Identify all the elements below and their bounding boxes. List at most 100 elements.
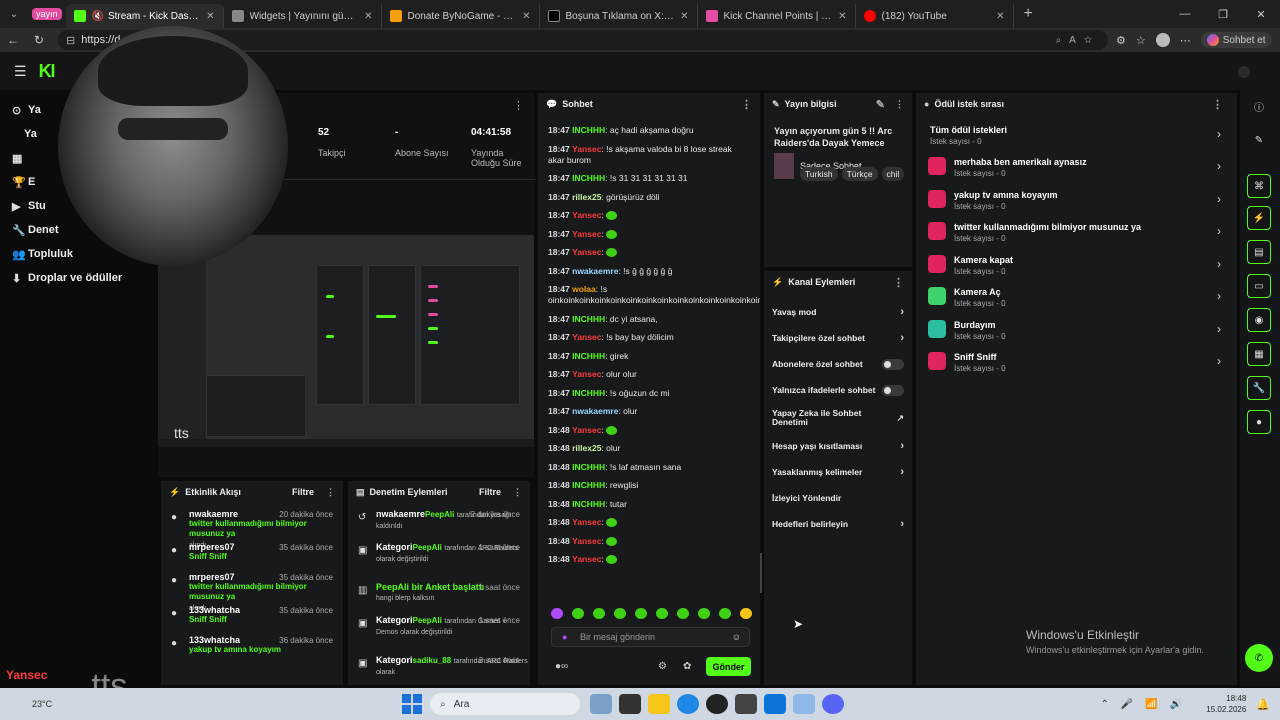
obs-icon[interactable] bbox=[706, 694, 729, 714]
message-username[interactable]: INCHHH bbox=[572, 388, 605, 398]
message-username[interactable]: Yansec bbox=[572, 517, 601, 527]
action-account-age[interactable]: Hesap yaşı kısıtlaması › bbox=[764, 433, 912, 459]
rail-widget-icon[interactable]: ⌘ bbox=[1247, 174, 1271, 198]
message-username[interactable]: INCHHH bbox=[572, 125, 605, 135]
message-username[interactable]: INCHHH bbox=[572, 499, 605, 509]
tab-x-post[interactable]: Boşuna Tıklama on X: "İzmir'de bir... ✕ bbox=[540, 4, 698, 28]
kebab-menu-icon[interactable]: ⋮ bbox=[893, 276, 904, 289]
pencil-icon[interactable]: ✎ bbox=[1247, 128, 1271, 152]
notification-icon[interactable]: 🔔 bbox=[1256, 698, 1270, 711]
subscribers-only-toggle[interactable] bbox=[882, 358, 904, 370]
rail-broadcast-icon[interactable]: ◉ bbox=[1247, 308, 1271, 332]
action-ai-moderation[interactable]: Yapay Zeka ile Sohbet Denetimi ↗ bbox=[764, 403, 912, 433]
reward-row[interactable]: Kamera Aç İstek sayısı - 0 › bbox=[916, 285, 1237, 318]
points-icon[interactable]: ●∞ bbox=[555, 661, 568, 672]
close-window-icon[interactable]: ✕ bbox=[1242, 8, 1280, 21]
restore-icon[interactable]: ❐ bbox=[1204, 8, 1242, 21]
message-username[interactable]: Yansec bbox=[572, 536, 601, 546]
message-username[interactable]: Yansec bbox=[572, 247, 601, 257]
back-icon[interactable]: ← bbox=[0, 33, 26, 47]
folder-icon[interactable] bbox=[648, 694, 671, 714]
chat-settings-icon[interactable]: ⚙ bbox=[658, 661, 667, 672]
tab-actions-menu[interactable]: ⌄ bbox=[0, 0, 28, 28]
tab-kick-dashboard[interactable]: 🔇 Stream - Kick Dashboard ✕ bbox=[65, 4, 224, 28]
message-username[interactable]: rillex25 bbox=[572, 443, 601, 453]
close-tab-icon[interactable]: ✕ bbox=[680, 11, 688, 22]
reward-row[interactable]: Burdayım İstek sayısı - 0 › bbox=[916, 318, 1237, 351]
message-username[interactable]: Yansec bbox=[572, 554, 601, 564]
emote-icon[interactable] bbox=[698, 608, 710, 619]
rail-bolt-icon[interactable]: ⚡ bbox=[1247, 206, 1271, 230]
site-info-icon[interactable]: ⊟ bbox=[66, 34, 75, 47]
kebab-menu-icon[interactable]: ⋮ bbox=[741, 98, 752, 111]
start-icon[interactable] bbox=[402, 694, 423, 714]
mic-icon[interactable]: ● bbox=[562, 632, 567, 642]
emote-icon[interactable] bbox=[740, 608, 752, 619]
action-followers-only[interactable]: Takipçilere özel sohbet › bbox=[764, 325, 912, 351]
kick-logo[interactable]: KI bbox=[39, 61, 56, 82]
action-banned-words[interactable]: Yasaklanmış kelimeler › bbox=[764, 459, 912, 485]
chat-users-icon[interactable]: ✿ bbox=[683, 661, 691, 672]
emote-icon[interactable] bbox=[656, 608, 668, 619]
favorites-icon[interactable]: ☆ bbox=[1136, 34, 1146, 47]
more-menu-icon[interactable]: ⋯ bbox=[1180, 34, 1191, 47]
emote-icon[interactable] bbox=[719, 608, 731, 619]
tag-chip[interactable]: chil bbox=[881, 167, 905, 181]
edit-icon[interactable]: ✎ bbox=[876, 98, 885, 111]
close-tab-icon[interactable]: ✕ bbox=[364, 11, 372, 22]
tab-group-label[interactable]: yayın bbox=[32, 8, 62, 20]
tab-blerp[interactable]: Kick Channel Points | Blerp ✕ bbox=[698, 4, 856, 28]
emote-icon[interactable] bbox=[614, 608, 626, 619]
emote-icon[interactable] bbox=[635, 608, 647, 619]
tag-chip[interactable]: Turkish bbox=[800, 167, 838, 181]
weather-temp[interactable]: 23°C bbox=[32, 699, 52, 709]
action-set-goals[interactable]: Hedefleri belirleyin › bbox=[764, 511, 912, 537]
hamburger-menu-icon[interactable]: ☰ bbox=[14, 63, 27, 80]
all-rewards-row[interactable]: Tüm ödül istekleri İstek sayısı - 0 › bbox=[916, 123, 1237, 155]
message-username[interactable]: wolaa bbox=[572, 284, 596, 294]
clock[interactable]: 18:48 15.02.2026 bbox=[1206, 693, 1246, 715]
close-tab-icon[interactable]: ✕ bbox=[206, 11, 214, 22]
message-username[interactable]: INCHHH bbox=[572, 351, 605, 361]
minimize-icon[interactable]: — bbox=[1166, 8, 1204, 20]
system-tray-icons[interactable]: ⌃🎤📶🔊 bbox=[1101, 699, 1195, 710]
user-avatar[interactable] bbox=[1238, 66, 1250, 78]
tab-donate[interactable]: Donate ByNoGame - Gelen/Giden... ✕ bbox=[382, 4, 540, 28]
omnibox-actions-icon[interactable]: ⌕A☆ bbox=[1056, 35, 1100, 46]
taskbar-app-icon[interactable] bbox=[619, 694, 642, 714]
emote-icon[interactable] bbox=[572, 608, 584, 619]
tab-widgets[interactable]: Widgets | Yayınını güçlendirmek i... ✕ bbox=[224, 4, 382, 28]
edge-icon[interactable] bbox=[677, 694, 700, 714]
profile-avatar[interactable] bbox=[1155, 33, 1170, 47]
reward-row[interactable]: Kamera kapat İstek sayısı - 0 › bbox=[916, 253, 1237, 286]
rail-notes-icon[interactable]: ▤ bbox=[1247, 240, 1271, 264]
kebab-menu-icon[interactable]: ⋮ bbox=[513, 487, 522, 498]
action-raid[interactable]: İzleyici Yönlendir bbox=[764, 485, 912, 511]
stream-video[interactable]: tts bbox=[158, 235, 534, 447]
info-icon[interactable]: ⓘ bbox=[1247, 94, 1271, 118]
message-username[interactable]: Yansec bbox=[572, 369, 601, 379]
copilot-button[interactable]: Sohbet et bbox=[1200, 32, 1272, 48]
kebab-menu-icon[interactable]: ⋮ bbox=[1212, 98, 1223, 111]
taskbar-app-icon[interactable] bbox=[735, 694, 758, 714]
taskbar-app-icon[interactable] bbox=[590, 694, 613, 714]
moderation-filter-button[interactable]: Filtre bbox=[479, 487, 501, 497]
message-username[interactable]: INCHHH bbox=[572, 480, 605, 490]
message-username[interactable]: Yansec bbox=[572, 210, 601, 220]
new-tab-button[interactable]: + bbox=[1024, 5, 1033, 23]
action-slow-mode[interactable]: Yavaş mod › bbox=[764, 299, 912, 325]
close-tab-icon[interactable]: ✕ bbox=[996, 11, 1004, 22]
taskbar-app-icon[interactable] bbox=[764, 694, 787, 714]
discord-icon[interactable] bbox=[822, 694, 845, 714]
reload-icon[interactable]: ↻ bbox=[26, 33, 52, 47]
message-username[interactable]: Yansec bbox=[572, 229, 601, 239]
tab-youtube[interactable]: (182) YouTube ✕ bbox=[856, 4, 1014, 28]
message-username[interactable]: INCHHH bbox=[572, 462, 605, 472]
emote-icon[interactable] bbox=[551, 608, 563, 619]
rail-layout-icon[interactable]: ▦ bbox=[1247, 342, 1271, 366]
taskbar-search[interactable]: ⌕ Ara bbox=[430, 693, 581, 715]
emote-icon[interactable] bbox=[593, 608, 605, 619]
kebab-menu-icon[interactable]: ⋮ bbox=[895, 99, 904, 110]
taskbar-app-icon[interactable] bbox=[793, 694, 816, 714]
message-username[interactable]: nwakaemre bbox=[572, 266, 618, 276]
